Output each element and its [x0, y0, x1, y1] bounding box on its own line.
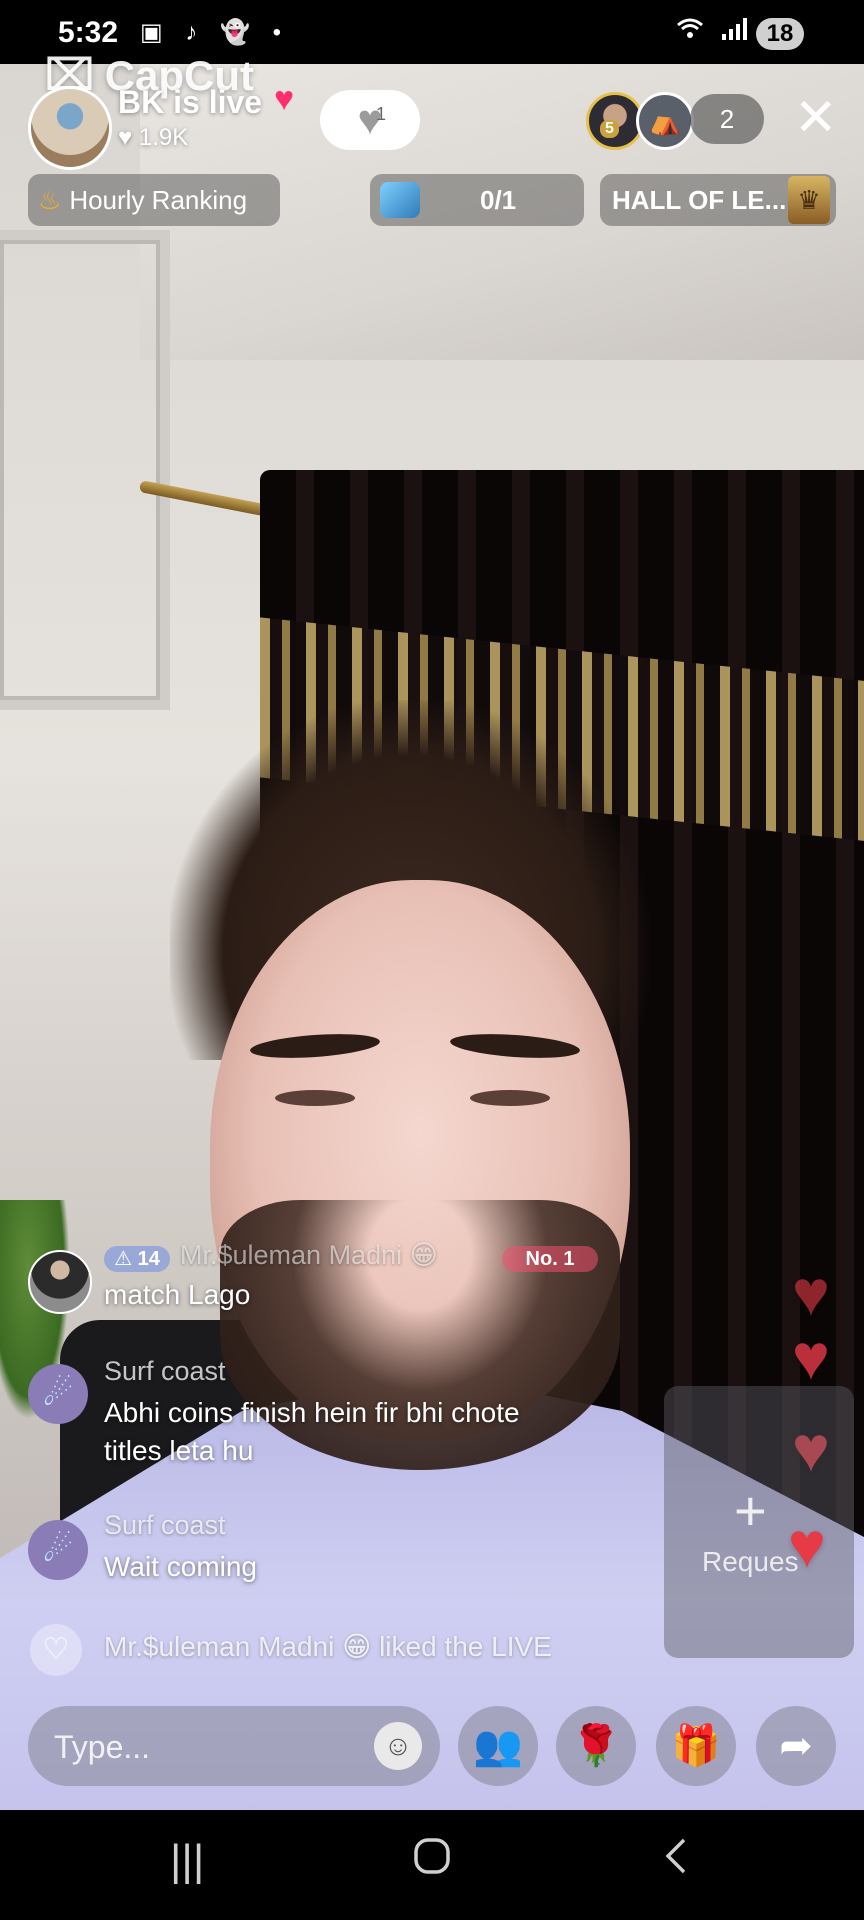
floating-heart-icon: ♥ [792, 1257, 830, 1329]
rose-gift-button[interactable]: 🌹 [556, 1706, 636, 1786]
chat-username[interactable]: Surf coast [104, 1356, 226, 1387]
recents-icon[interactable]: ||| [170, 1836, 204, 1886]
chat-message: match Lago [104, 1279, 251, 1310]
people-icon: 👥 [473, 1724, 523, 1768]
share-icon: ➦ [779, 1724, 813, 1768]
back-icon[interactable] [660, 1836, 690, 1887]
hall-of-legends-label: HALL OF LE... [612, 185, 787, 215]
like-count: ♥ 1.9K [118, 124, 189, 151]
hall-of-legends-chip[interactable]: HALL OF LE... ♛ [600, 174, 836, 226]
host-avatar[interactable] [28, 86, 112, 170]
user-level-badge: ⚠ 14 [104, 1246, 170, 1272]
follow-heart-count: 1 [376, 104, 387, 124]
wall-molding [0, 230, 170, 710]
home-icon[interactable] [412, 1836, 452, 1887]
like-event-text: Mr.$uleman Madni 😁 liked the LIVE [104, 1631, 552, 1662]
chat-message-line: titles leta hu [104, 1435, 254, 1466]
chat-message: Wait coming [104, 1551, 258, 1582]
gift-button[interactable]: 🎁 [656, 1706, 736, 1786]
viewer-count-button[interactable]: 2 [690, 94, 764, 144]
heart-icon: ♥ [274, 80, 295, 118]
notification-icons: ▣ ♪ 👻 • [140, 19, 289, 46]
host-title[interactable]: BK is live [118, 84, 262, 121]
hourly-ranking-chip[interactable]: ♨ Hourly Ranking [28, 174, 280, 226]
system-nav-bar: ||| [0, 1810, 864, 1920]
battery-indicator: 18 [756, 18, 804, 50]
hourly-ranking-label: Hourly Ranking [69, 184, 248, 215]
wifi-icon [676, 16, 704, 49]
right-eye [470, 1090, 550, 1106]
close-button[interactable]: ✕ [794, 90, 838, 146]
floating-heart-icon: ♥ [788, 1509, 826, 1581]
chat-username[interactable]: Mr.$uleman Madni 😁 [180, 1240, 438, 1271]
gift-icon: 🎁 [671, 1724, 721, 1768]
chat-avatar[interactable]: ☄ [28, 1364, 88, 1424]
plus-icon: + [734, 1479, 767, 1542]
chat-avatar[interactable] [28, 1250, 92, 1314]
rank-no1-badge: No. 1 [502, 1246, 598, 1272]
left-eye [275, 1090, 355, 1106]
floating-heart-icon: ♥ [792, 1321, 830, 1393]
alien-icon: ☄ [42, 1375, 74, 1413]
viewer-seat-avatar[interactable]: ⛺ [636, 92, 694, 150]
multi-guest-button[interactable]: 👥 [458, 1706, 538, 1786]
gift-goal-chip[interactable]: 0/1 [370, 174, 584, 226]
throne-icon: ♛ [788, 176, 830, 224]
fire-icon: ♨ [38, 184, 62, 215]
clock: 5:32 [58, 16, 119, 49]
top-viewer-rank-badge: 5 [600, 120, 619, 138]
goal-progress: 0/1 [480, 185, 517, 215]
like-event-heart-icon: ♡ [30, 1624, 82, 1676]
rose-icon: 🌹 [571, 1724, 621, 1768]
emoji-icon[interactable]: ☺ [374, 1722, 422, 1770]
request-label: Reques [702, 1546, 799, 1577]
chat-username[interactable]: Surf coast [104, 1510, 226, 1541]
share-button[interactable]: ➦ [756, 1706, 836, 1786]
chat-message-line: Abhi coins finish hein fir bhi chote [104, 1397, 520, 1428]
sofa-icon: ⛺ [648, 106, 682, 136]
alien-icon: ☄ [42, 1531, 74, 1569]
goal-gift-icon [380, 182, 420, 218]
comment-input[interactable] [52, 1722, 376, 1772]
chat-avatar[interactable]: ☄ [28, 1520, 88, 1580]
signal-icon [720, 16, 748, 49]
follow-heart-button[interactable]: ♥ 1 [320, 90, 420, 150]
comment-input-pill[interactable]: ☺ [28, 1706, 440, 1786]
